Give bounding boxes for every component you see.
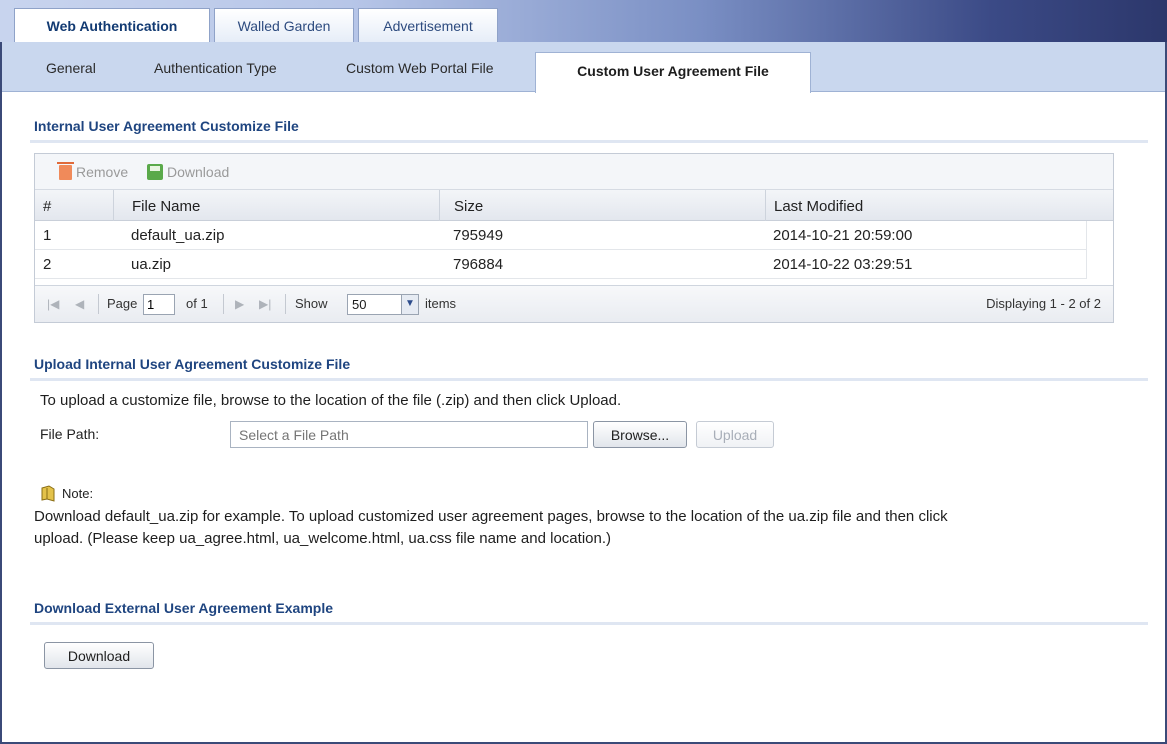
- items-label: items: [425, 296, 457, 311]
- page-label: Page: [107, 296, 138, 311]
- subtab-general[interactable]: General: [46, 60, 96, 76]
- subtab-custom-web-portal-file[interactable]: Custom Web Portal File: [346, 60, 494, 76]
- sub-tab-bar: General Authentication Type Custom Web P…: [2, 42, 1165, 93]
- file-path-label: File Path:: [40, 426, 100, 442]
- remove-button[interactable]: Remove: [57, 161, 129, 180]
- grid-toolbar: Remove Download: [35, 154, 1113, 190]
- download-toolbar-button[interactable]: Download: [147, 164, 229, 180]
- subtab-custom-user-agreement-file[interactable]: Custom User Agreement File: [535, 52, 811, 93]
- pager-separator: [285, 294, 286, 314]
- remove-label: Remove: [76, 164, 129, 180]
- note-label: Note:: [62, 486, 94, 501]
- table-row[interactable]: 1 default_ua.zip 795949 2014-10-21 20:59…: [35, 221, 1087, 250]
- page-size-select[interactable]: 50 ▼: [347, 294, 419, 315]
- file-grid: Remove Download # File Name Size Last Mo…: [34, 153, 1114, 323]
- browse-button[interactable]: Browse...: [593, 421, 687, 448]
- column-header-last-modified[interactable]: Last Modified: [765, 190, 1115, 221]
- tab-web-authentication[interactable]: Web Authentication: [14, 8, 210, 43]
- next-page-icon[interactable]: ▶: [235, 297, 244, 311]
- trash-icon: [57, 161, 74, 180]
- table-row[interactable]: 2 ua.zip 796884 2014-10-22 03:29:51: [35, 250, 1087, 279]
- display-count: Displaying 1 - 2 of 2: [986, 296, 1101, 311]
- page-count-label: of 1: [186, 296, 208, 311]
- row-last-modified: 2014-10-22 03:29:51: [773, 256, 913, 273]
- show-label: Show: [295, 296, 328, 311]
- pager-separator: [223, 294, 224, 314]
- subtab-authentication-type[interactable]: Authentication Type: [154, 60, 277, 76]
- grid-scroll-gutter: [1086, 221, 1113, 279]
- window-frame: [0, 0, 1167, 744]
- chevron-down-icon[interactable]: ▼: [401, 295, 418, 314]
- row-size: 795949: [453, 227, 504, 244]
- column-header-size[interactable]: Size: [439, 190, 765, 221]
- first-page-icon[interactable]: |◀: [47, 297, 59, 311]
- note-text-line-1: Download default_ua.zip for example. To …: [34, 508, 948, 525]
- page-size-value: 50: [352, 297, 367, 312]
- page-number-input[interactable]: [143, 294, 175, 315]
- tab-walled-garden[interactable]: Walled Garden: [214, 8, 354, 42]
- pager-separator: [98, 294, 99, 314]
- external-section-title: Download External User Agreement Example: [34, 600, 334, 616]
- pagination-bar: |◀ ◀ Page of 1 ▶ ▶| Show 50 ▼ items Disp…: [35, 285, 1113, 322]
- upload-instruction: To upload a customize file, browse to th…: [40, 392, 622, 409]
- upload-button[interactable]: Upload: [696, 421, 774, 448]
- note-text-line-2: upload. (Please keep ua_agree.html, ua_w…: [34, 530, 611, 547]
- file-path-input[interactable]: [230, 421, 588, 448]
- grid-header: # File Name Size Last Modified: [35, 190, 1113, 221]
- row-number: 1: [43, 227, 52, 244]
- internal-section-title: Internal User Agreement Customize File: [34, 118, 299, 134]
- prev-page-icon[interactable]: ◀: [75, 297, 84, 311]
- row-size: 796884: [453, 256, 504, 273]
- row-last-modified: 2014-10-21 20:59:00: [773, 227, 913, 244]
- row-number: 2: [43, 256, 52, 273]
- note-icon: [41, 485, 55, 502]
- download-label: Download: [167, 164, 230, 180]
- download-example-button[interactable]: Download: [44, 642, 154, 669]
- section-divider: [30, 378, 1148, 381]
- section-divider: [30, 140, 1148, 143]
- tab-advertisement[interactable]: Advertisement: [358, 8, 498, 42]
- column-header-number[interactable]: #: [35, 190, 113, 221]
- upload-section-title: Upload Internal User Agreement Customize…: [34, 356, 351, 372]
- top-tab-bar: Web Authentication Walled Garden Adverti…: [0, 0, 1167, 43]
- column-header-file-name[interactable]: File Name: [113, 190, 439, 221]
- section-divider: [30, 622, 1148, 625]
- save-icon: [147, 164, 163, 180]
- row-file-name: ua.zip: [131, 256, 172, 273]
- last-page-icon[interactable]: ▶|: [259, 297, 271, 311]
- row-file-name: default_ua.zip: [131, 227, 225, 244]
